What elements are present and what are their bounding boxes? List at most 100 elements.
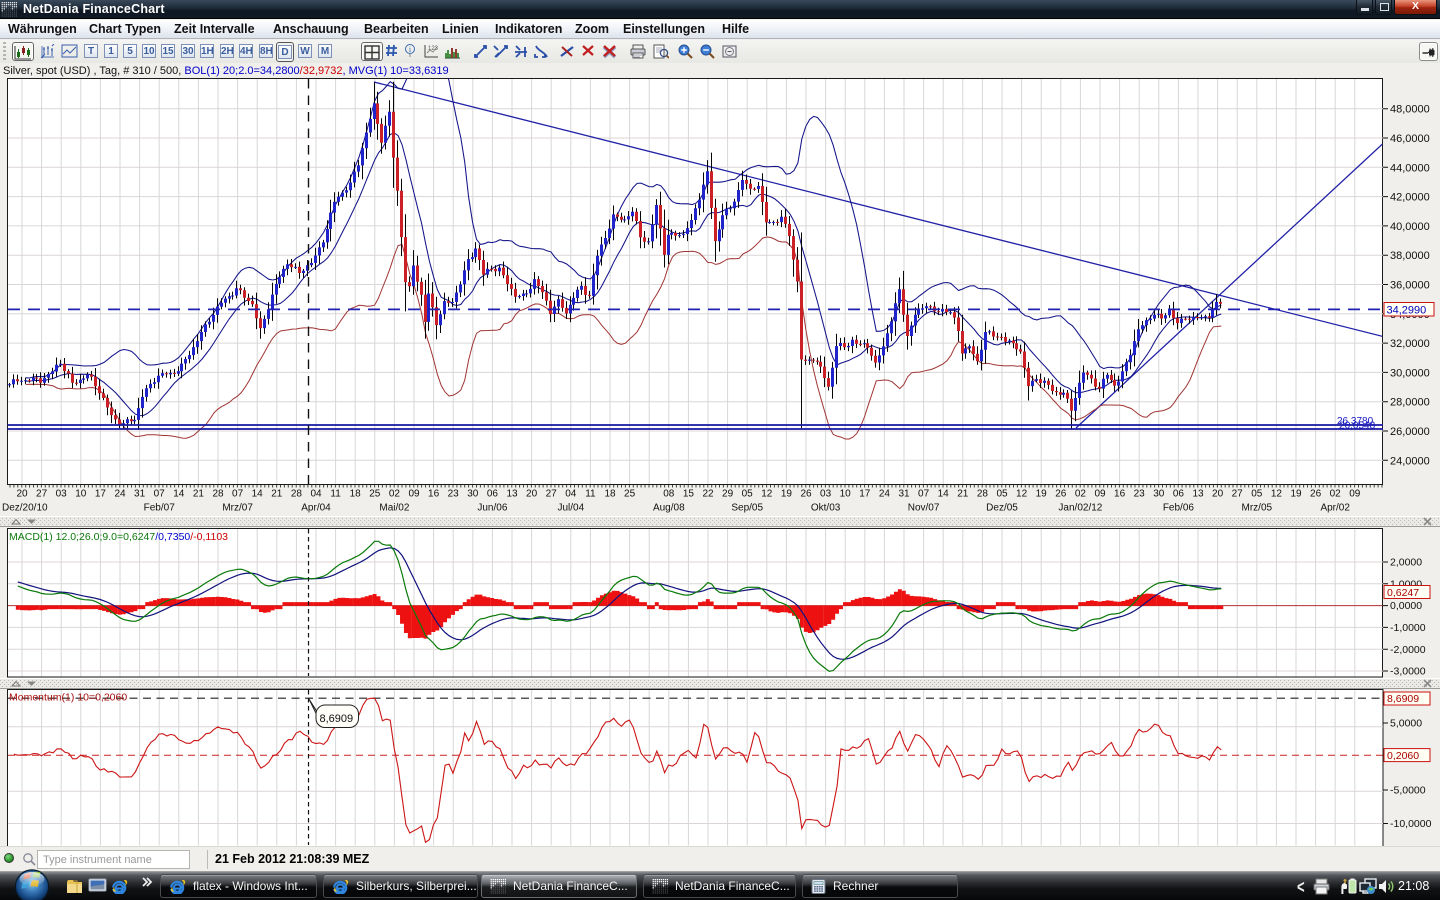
svg-text:26: 26 bbox=[800, 489, 812, 500]
svg-text:03: 03 bbox=[820, 489, 832, 500]
svg-text:0,2060: 0,2060 bbox=[1387, 750, 1419, 762]
svg-text:Aug/08: Aug/08 bbox=[653, 503, 685, 514]
svg-text:24,0000: 24,0000 bbox=[1390, 455, 1430, 467]
svg-text:2,0000: 2,0000 bbox=[1390, 557, 1422, 569]
svg-text:Jan/02/12: Jan/02/12 bbox=[1058, 503, 1102, 514]
svg-text:30,0000: 30,0000 bbox=[1390, 367, 1430, 379]
svg-text:25: 25 bbox=[624, 489, 636, 500]
svg-text:44,0000: 44,0000 bbox=[1390, 162, 1430, 174]
svg-text:36,0000: 36,0000 bbox=[1390, 280, 1430, 292]
svg-text:16: 16 bbox=[1114, 489, 1126, 500]
svg-text:-3,0000: -3,0000 bbox=[1390, 666, 1426, 678]
svg-text:Momentum(1) 10=0,2060: Momentum(1) 10=0,2060 bbox=[9, 692, 127, 704]
svg-text:11: 11 bbox=[330, 489, 341, 500]
svg-text:05: 05 bbox=[1251, 489, 1263, 500]
svg-text:10: 10 bbox=[840, 489, 852, 500]
svg-text:30: 30 bbox=[467, 489, 479, 500]
svg-text:16: 16 bbox=[428, 489, 440, 500]
svg-text:28: 28 bbox=[212, 489, 224, 500]
svg-text:Sep/05: Sep/05 bbox=[731, 503, 763, 514]
svg-text:31: 31 bbox=[898, 489, 910, 500]
svg-text:MACD(1) 12.0;26.0;9.0=0,6247/0: MACD(1) 12.0;26.0;9.0=0,6247/0,7350/-0,1… bbox=[9, 531, 228, 543]
svg-text:Feb/07: Feb/07 bbox=[144, 503, 176, 514]
svg-text:22: 22 bbox=[702, 489, 714, 500]
svg-text:02: 02 bbox=[1075, 489, 1087, 500]
svg-text:12: 12 bbox=[1016, 489, 1028, 500]
svg-text:05: 05 bbox=[996, 489, 1008, 500]
svg-text:02: 02 bbox=[1330, 489, 1342, 500]
svg-text:27: 27 bbox=[36, 489, 48, 500]
svg-text:8,6909: 8,6909 bbox=[1387, 693, 1419, 705]
svg-text:Mrz/05: Mrz/05 bbox=[1242, 503, 1273, 514]
svg-text:-5,0000: -5,0000 bbox=[1390, 785, 1426, 797]
svg-text:07: 07 bbox=[232, 489, 244, 500]
svg-text:46,0000: 46,0000 bbox=[1390, 133, 1430, 145]
svg-text:20: 20 bbox=[16, 489, 28, 500]
svg-text:02: 02 bbox=[389, 489, 401, 500]
svg-text:42,0000: 42,0000 bbox=[1390, 192, 1430, 204]
svg-text:27: 27 bbox=[1232, 489, 1244, 500]
svg-text:-10,0000: -10,0000 bbox=[1390, 818, 1432, 830]
svg-text:29: 29 bbox=[722, 489, 734, 500]
svg-text:08: 08 bbox=[663, 489, 675, 500]
svg-text:Mrz/07: Mrz/07 bbox=[222, 503, 253, 514]
svg-text:12: 12 bbox=[1271, 489, 1283, 500]
svg-text:17: 17 bbox=[859, 489, 871, 500]
svg-text:Dez/20/10: Dez/20/10 bbox=[2, 503, 48, 514]
svg-text:Nov/07: Nov/07 bbox=[908, 503, 940, 514]
svg-text:14: 14 bbox=[938, 489, 950, 500]
svg-text:0,6247: 0,6247 bbox=[1387, 587, 1419, 599]
svg-text:21: 21 bbox=[957, 489, 969, 500]
svg-text:07: 07 bbox=[918, 489, 930, 500]
svg-text:30: 30 bbox=[1153, 489, 1165, 500]
svg-text:21: 21 bbox=[271, 489, 283, 500]
svg-text:20: 20 bbox=[526, 489, 538, 500]
svg-text:03: 03 bbox=[56, 489, 68, 500]
svg-text:-1,0000: -1,0000 bbox=[1390, 622, 1426, 634]
svg-text:34,2990: 34,2990 bbox=[1387, 304, 1427, 316]
svg-text:15: 15 bbox=[683, 489, 695, 500]
svg-text:38,0000: 38,0000 bbox=[1390, 250, 1430, 262]
svg-text:Dez/05: Dez/05 bbox=[986, 503, 1018, 514]
svg-text:23: 23 bbox=[1134, 489, 1146, 500]
svg-text:23: 23 bbox=[448, 489, 460, 500]
svg-text:5,0000: 5,0000 bbox=[1390, 718, 1422, 730]
svg-text:28: 28 bbox=[291, 489, 303, 500]
svg-text:Apr/02: Apr/02 bbox=[1320, 503, 1350, 514]
svg-text:32,0000: 32,0000 bbox=[1390, 338, 1430, 350]
svg-text:Jun/06: Jun/06 bbox=[477, 503, 507, 514]
svg-text:26,0000: 26,0000 bbox=[1390, 426, 1430, 438]
svg-text:0,0000: 0,0000 bbox=[1390, 600, 1422, 612]
svg-text:Apr/04: Apr/04 bbox=[301, 503, 331, 514]
svg-text:19: 19 bbox=[781, 489, 793, 500]
svg-text:24: 24 bbox=[879, 489, 891, 500]
svg-text:11: 11 bbox=[585, 489, 596, 500]
svg-text:09: 09 bbox=[1094, 489, 1106, 500]
svg-text:-2,0000: -2,0000 bbox=[1390, 644, 1426, 656]
svg-text:25: 25 bbox=[369, 489, 381, 500]
svg-text:8,6909: 8,6909 bbox=[320, 713, 354, 725]
svg-text:Okt/03: Okt/03 bbox=[811, 503, 841, 514]
svg-text:06: 06 bbox=[1173, 489, 1185, 500]
svg-text:14: 14 bbox=[173, 489, 185, 500]
svg-text:Feb/06: Feb/06 bbox=[1163, 503, 1195, 514]
svg-text:14: 14 bbox=[252, 489, 264, 500]
svg-text:05: 05 bbox=[742, 489, 754, 500]
svg-text:18: 18 bbox=[604, 489, 616, 500]
svg-text:26: 26 bbox=[1055, 489, 1067, 500]
svg-text:13: 13 bbox=[506, 489, 518, 500]
svg-text:12: 12 bbox=[761, 489, 773, 500]
svg-text:06: 06 bbox=[487, 489, 499, 500]
svg-text:18: 18 bbox=[350, 489, 362, 500]
svg-text:Jul/04: Jul/04 bbox=[557, 503, 584, 514]
svg-text:17: 17 bbox=[95, 489, 107, 500]
svg-text:28: 28 bbox=[977, 489, 989, 500]
svg-text:13: 13 bbox=[1192, 489, 1204, 500]
svg-text:10: 10 bbox=[75, 489, 87, 500]
svg-text:21: 21 bbox=[193, 489, 205, 500]
svg-text:19: 19 bbox=[1036, 489, 1048, 500]
svg-text:27: 27 bbox=[546, 489, 558, 500]
svg-text:09: 09 bbox=[408, 489, 420, 500]
svg-text:04: 04 bbox=[310, 489, 322, 500]
svg-text:40,0000: 40,0000 bbox=[1390, 221, 1430, 233]
